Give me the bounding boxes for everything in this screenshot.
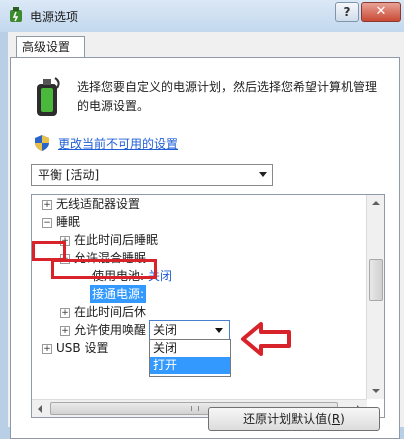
tree-item-wireless[interactable]: 无线适配器设置 (56, 195, 140, 213)
description-text: 选择您要自定义的电源计划，然后选择您希望计算机管理的电源设置。 (77, 80, 378, 113)
dropdown-option-off[interactable]: 关闭 (150, 340, 230, 357)
scroll-down-icon[interactable] (372, 389, 380, 393)
restore-defaults-button[interactable]: 还原计划默认值(R) (208, 407, 380, 431)
power-options-icon (10, 7, 22, 22)
vertical-scrollbar[interactable] (366, 195, 384, 399)
expand-icon[interactable]: + (42, 200, 52, 210)
title-bar: 电源选项 ? ✕ (0, 0, 404, 32)
grip-icon (191, 406, 199, 411)
help-button[interactable]: ? (335, 2, 359, 22)
tree-item-allow-wake[interactable]: 允许使用唤醒 (74, 321, 146, 339)
plugged-in-select-value: 关闭 (153, 323, 178, 337)
restore-defaults-label: 还原计划默认值 (243, 412, 328, 426)
tree-item-sleep-after[interactable]: 在此时间后睡眠 (74, 231, 158, 249)
shield-icon (35, 135, 49, 151)
restore-defaults-accel: R (331, 412, 341, 426)
tree-item-usb[interactable]: USB 设置 (56, 339, 108, 357)
tree-item-hibernate-after[interactable]: 在此时间后休 (74, 303, 146, 321)
expand-icon[interactable]: + (60, 326, 70, 336)
collapse-icon[interactable]: − (42, 218, 52, 228)
settings-tree[interactable]: + 无线适配器设置 − 睡眠 + 在此时间后睡眠 − 允许混合睡眠 使用电池: … (31, 194, 385, 418)
expand-icon[interactable]: + (42, 344, 52, 354)
tree-item-sleep[interactable]: 睡眠 (56, 213, 80, 231)
plugged-in-label: 接通电源: (90, 285, 147, 303)
power-plan-value: 平衡 [活动] (38, 168, 100, 182)
plugged-in-dropdown-list[interactable]: 关闭 打开 (149, 339, 231, 377)
window-title: 电源选项 (30, 10, 79, 24)
chevron-down-icon (215, 328, 223, 333)
vertical-scroll-thumb[interactable] (369, 259, 383, 301)
battery-icon (37, 77, 60, 116)
highlight-box-hybrid-sleep (51, 259, 157, 279)
expand-icon[interactable]: + (60, 308, 70, 318)
plugged-in-select[interactable]: 关闭 (149, 320, 230, 340)
dropdown-option-on[interactable]: 打开 (150, 357, 230, 374)
red-arrow-icon (241, 322, 291, 356)
scroll-up-icon[interactable] (372, 201, 380, 205)
change-unavailable-settings-link[interactable]: 更改当前不可用的设置 (58, 135, 178, 152)
chevron-down-icon (259, 172, 267, 177)
scroll-left-icon[interactable] (38, 405, 42, 413)
advanced-settings-panel: 选择您要自定义的电源计划，然后选择您希望计算机管理的电源设置。 更改当前不可用的… (10, 57, 400, 439)
dialog-client: 高级设置 选择您要自定义的电源计划，然后选择您希望计算机管理的电源设置。 更改当… (8, 32, 404, 439)
power-plan-select[interactable]: 平衡 [活动] (31, 164, 273, 186)
tab-advanced-settings[interactable]: 高级设置 (16, 36, 85, 57)
close-button[interactable]: ✕ (361, 2, 401, 22)
highlight-box-sleep (32, 241, 66, 261)
